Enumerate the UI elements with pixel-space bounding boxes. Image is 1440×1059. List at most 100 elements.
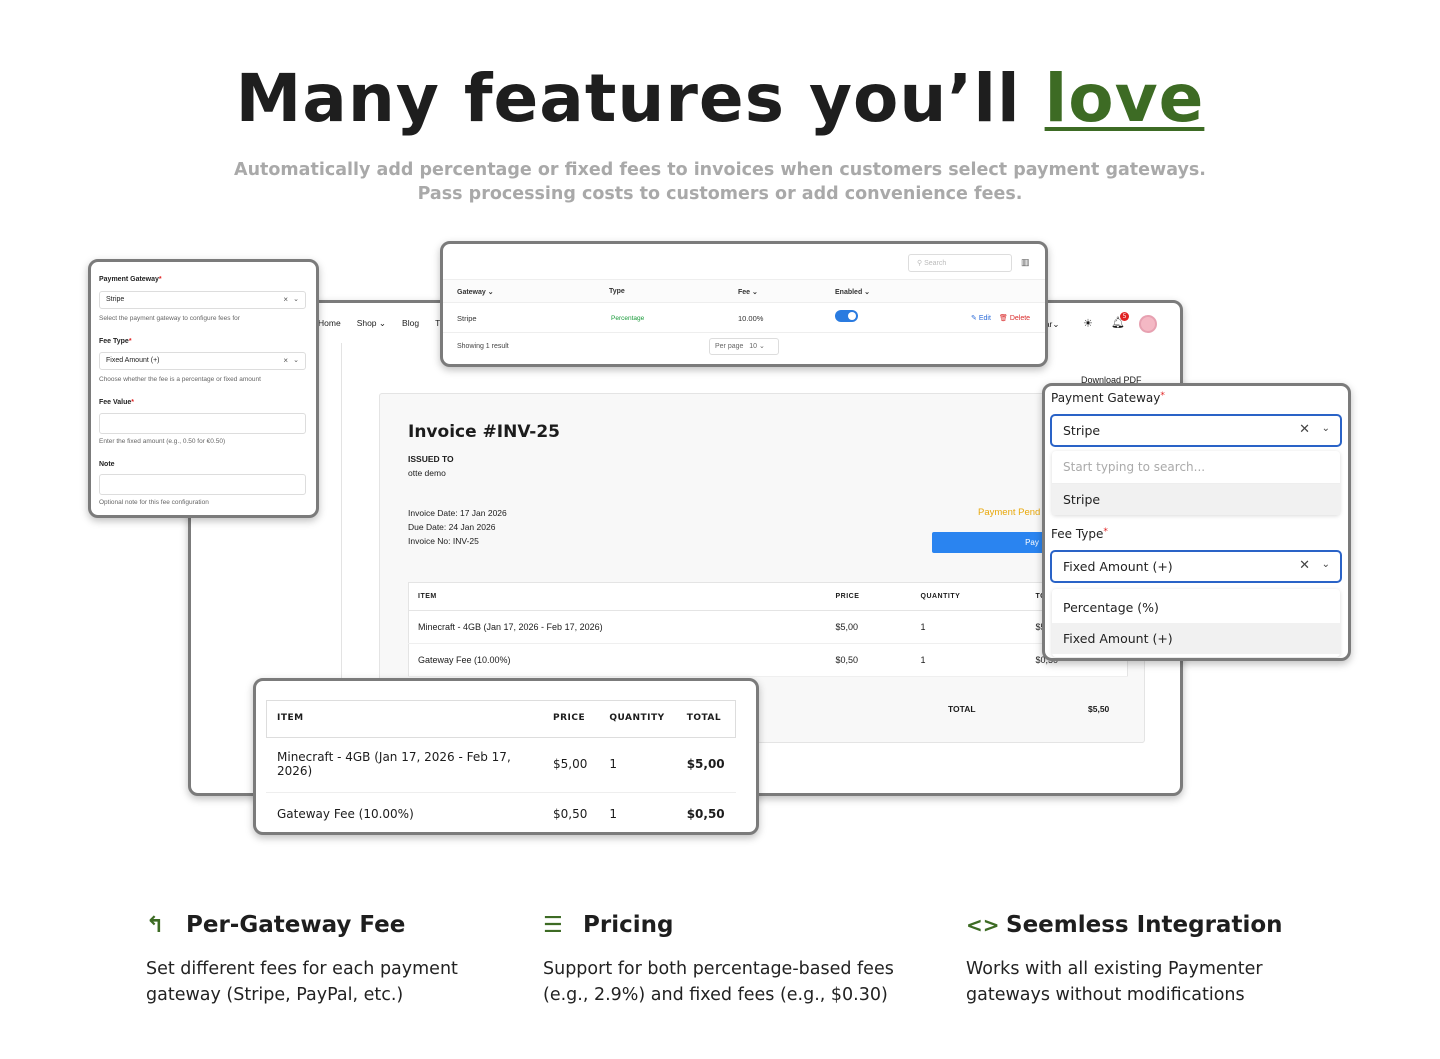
chevron-down-icon: ⌄ <box>1321 423 1330 434</box>
chevron-down-icon: ⌄ <box>293 357 299 364</box>
col-enabled-label: Enabled <box>835 289 863 296</box>
clear-icon[interactable]: × <box>283 356 288 365</box>
payment-status: Payment Pend <box>978 507 1041 518</box>
search-placeholder: Search <box>924 260 947 267</box>
fee-type-help: Choose whether the fee is a percentage o… <box>99 376 261 383</box>
col-enabled[interactable]: Enabled ⌄ <box>835 288 870 296</box>
col-price: PRICE <box>553 713 586 723</box>
feature-title: ↰ Per-Gateway Fee <box>146 912 476 938</box>
cell-quantity: 1 <box>598 736 676 793</box>
code-brackets-icon: <> <box>966 913 1000 937</box>
table-row: Minecraft - 4GB (Jan 17, 2026 - Feb 17, … <box>408 610 1128 644</box>
chevron-down-icon: ⌄ <box>1321 559 1330 570</box>
gateway-select-value: Stripe <box>106 296 125 303</box>
note-textarea[interactable] <box>99 474 306 495</box>
feature-title: <> Seemless Integration <box>966 912 1296 938</box>
note-label: Note <box>99 461 115 468</box>
col-gateway-label: Gateway <box>457 289 486 296</box>
gateway-select[interactable]: Stripe ✕ ⌄ <box>1050 414 1342 447</box>
feature-title-text: Per-Gateway Fee <box>186 912 406 938</box>
fee-value-label-text: Fee Value <box>99 399 132 406</box>
required-marker: * <box>128 338 132 345</box>
chevron-down-icon: ⌄ <box>293 296 299 303</box>
invoice-title: Invoice #INV-25 <box>408 422 560 442</box>
fee-type-label: Fee Type* <box>1051 527 1108 541</box>
edit-button[interactable]: ✎ Edit <box>971 314 991 322</box>
table-row: Gateway Fee (10.00%) $0,50 1 $0,50 <box>408 643 1128 677</box>
col-quantity: QUANTITY <box>609 713 665 723</box>
fee-value-label: Fee Value* <box>99 399 134 406</box>
option-percentage[interactable]: Percentage (%) <box>1052 592 1340 623</box>
fee-type-select[interactable]: Fixed Amount (+) ✕ ⌄ <box>1050 550 1342 583</box>
edit-label: Edit <box>978 315 991 322</box>
chevron-down-icon: ⌄ <box>378 318 387 328</box>
clear-icon[interactable]: × <box>283 295 288 304</box>
hero-title-text: Many features you’ll <box>235 60 1021 137</box>
feature-per-gateway-fee: ↰ Per-Gateway Fee Set different fees for … <box>146 912 476 1008</box>
delete-label: Delete <box>1009 315 1031 322</box>
nav-blog[interactable]: Blog <box>402 318 419 329</box>
enabled-toggle[interactable] <box>835 310 858 322</box>
per-page-select[interactable]: Per page 10 ⌄ <box>709 338 779 355</box>
results-count: Showing 1 result <box>457 343 509 350</box>
col-fee[interactable]: Fee ⌄ <box>738 288 758 296</box>
edit-icon: ✎ <box>971 315 977 322</box>
feature-text: Set different fees for each payment gate… <box>146 959 458 1005</box>
table-row: Gateway Fee (10.00%) $0,50 1 $0,50 <box>266 792 736 832</box>
col-fee-label: Fee <box>738 289 751 296</box>
theme-toggle-sun-icon[interactable]: ☀ <box>1083 317 1093 330</box>
search-input[interactable]: ⚲ Search <box>908 254 1012 272</box>
gateway-label-text: Payment Gateway <box>1051 391 1161 405</box>
type-badge: Percentage <box>611 315 645 322</box>
cell-price: $5,00 <box>542 736 599 793</box>
cell-item: Gateway Fee (10.00%) <box>408 643 827 677</box>
fee-type-options-panel: Percentage (%) Fixed Amount (+) <box>1052 589 1340 657</box>
avatar[interactable] <box>1139 315 1157 333</box>
top-nav: Home Shop ⌄ Blog T <box>318 318 440 329</box>
nav-home[interactable]: Home <box>318 318 341 329</box>
cell-gateway: Stripe <box>457 314 477 323</box>
invoice-items-table: ITEM PRICE QUANTITY TO Minecraft - 4GB (… <box>408 582 1128 677</box>
cell-quantity: 1 <box>598 792 676 832</box>
columns-toggle-icon[interactable]: ▥ <box>1021 257 1030 268</box>
fee-type-label-text: Fee Type <box>1051 527 1104 541</box>
dropdown-demo-card: Payment Gateway* Stripe ✕ ⌄ Start typing t… <box>1042 383 1351 661</box>
gateway-label: Payment Gateway* <box>1051 391 1165 405</box>
cell-fee: 10.00% <box>738 314 764 323</box>
note-help: Optional note for this fee configuration <box>99 499 209 506</box>
table-row: Minecraft - 4GB (Jan 17, 2026 - Feb 17, … <box>266 736 736 793</box>
gateway-select[interactable]: Stripe × ⌄ <box>99 291 306 309</box>
col-item: ITEM <box>408 582 827 611</box>
menu-lines-icon: ☰ <box>543 912 563 938</box>
col-gateway[interactable]: Gateway ⌄ <box>457 288 494 296</box>
cell-item: Gateway Fee (10.00%) <box>266 792 542 832</box>
cell-price: $0,50 <box>826 643 912 677</box>
nav-shop[interactable]: Shop ⌄ <box>357 318 386 329</box>
issued-to-label: ISSUED TO <box>408 454 454 464</box>
cell-quantity: 1 <box>911 610 1027 644</box>
cell-quantity: 1 <box>911 643 1027 677</box>
col-total: TOTAL <box>686 713 722 723</box>
fee-type-label-text: Fee Type <box>99 338 129 345</box>
gateway-help: Select the payment gateway to configure … <box>99 315 240 322</box>
gateway-options-panel: Start typing to search... Stripe <box>1052 451 1340 515</box>
option-stripe[interactable]: Stripe <box>1052 484 1340 515</box>
zoomed-items-table: ITEM PRICE QUANTITY TOTAL Minecraft - 4G… <box>266 700 736 832</box>
options-search-input[interactable]: Start typing to search... <box>1052 451 1340 484</box>
required-marker: * <box>131 399 135 406</box>
cell-price: $5,00 <box>826 610 912 644</box>
fee-config-form: Payment Gateway* Stripe × ⌄ Select the pay… <box>88 259 319 518</box>
invoice-no: Invoice No: INV-25 <box>408 536 479 546</box>
hero-subtitle: Automatically add percentage or fixed fe… <box>234 160 1206 204</box>
clear-icon[interactable]: ✕ <box>1299 558 1310 573</box>
fee-type-select[interactable]: Fixed Amount (+) × ⌄ <box>99 352 306 370</box>
zoomed-items-table-card: ITEM PRICE QUANTITY TOTAL Minecraft - 4G… <box>253 678 759 835</box>
gateway-fees-table-card: ⚲ Search ▥ Gateway ⌄ Type Fee ⌄ Enabled … <box>440 241 1048 367</box>
clear-icon[interactable]: ✕ <box>1299 422 1310 437</box>
fee-value-input[interactable] <box>99 413 306 434</box>
cell-item: Minecraft - 4GB (Jan 17, 2026 - Feb 17, … <box>266 736 542 793</box>
fee-type-label: Fee Type* <box>99 338 132 345</box>
feature-title-text: Pricing <box>583 912 674 938</box>
option-fixed-amount[interactable]: Fixed Amount (+) <box>1052 623 1340 654</box>
delete-button[interactable]: 🗑︎ Delete <box>999 314 1030 322</box>
